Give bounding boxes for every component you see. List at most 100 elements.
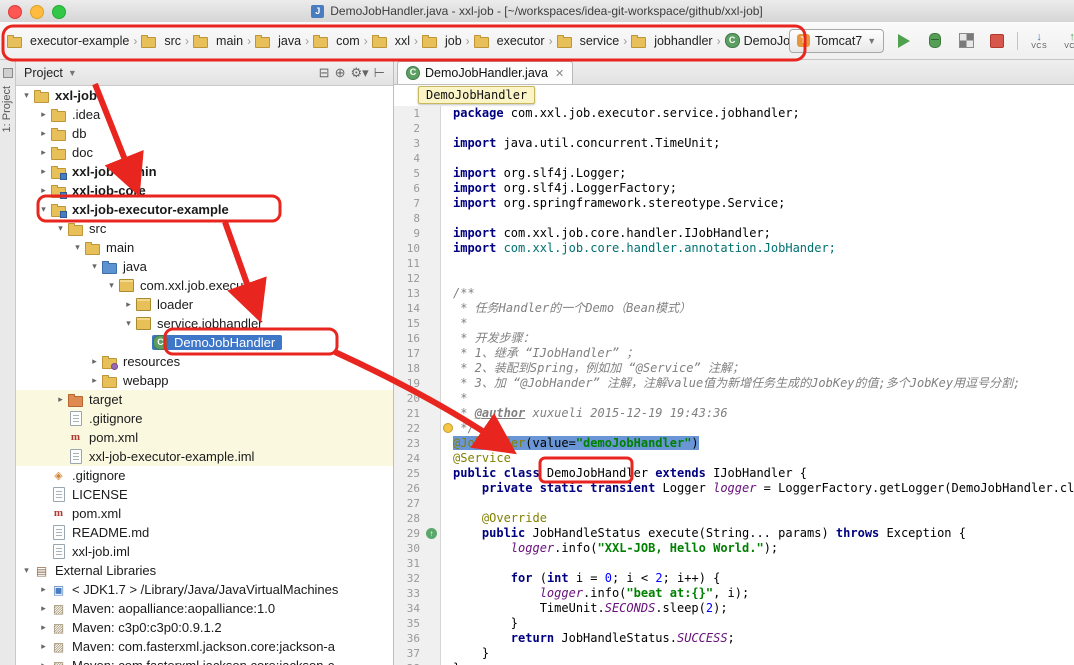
tree-row-doc[interactable]: ▸doc <box>16 143 393 162</box>
code-line[interactable]: 10import com.xxl.job.core.handler.annota… <box>394 241 1074 256</box>
breadcrumb-item-src[interactable]: src <box>138 32 184 50</box>
chevron-expanded-icon[interactable]: ▾ <box>105 280 118 291</box>
code-line[interactable]: 13/** <box>394 286 1074 301</box>
stop-button[interactable] <box>986 30 1008 52</box>
code-line[interactable]: 25public class DemoJobHandler extends IJ… <box>394 466 1074 481</box>
chevron-collapsed-icon[interactable]: ▸ <box>122 299 135 310</box>
tree-row-xxl-job-core[interactable]: ▸xxl-job-core <box>16 181 393 200</box>
chevron-expanded-icon[interactable]: ▾ <box>20 565 33 576</box>
breadcrumb-item-jobhandler[interactable]: jobhandler <box>628 32 715 50</box>
code-line[interactable]: 31 <box>394 556 1074 571</box>
tree-row-license[interactable]: LICENSE <box>16 485 393 504</box>
chevron-expanded-icon[interactable]: ▾ <box>54 223 67 234</box>
code-line[interactable]: 15 * <box>394 316 1074 331</box>
code-line[interactable]: 11 <box>394 256 1074 271</box>
tree-row-com-xxl-job-executor[interactable]: ▾com.xxl.job.executor <box>16 276 393 295</box>
breadcrumb-item-demojobhandler[interactable]: CDemoJobHandler <box>722 31 789 50</box>
code-line[interactable]: 14 * 任务Handler的一个Demo（Bean模式） <box>394 301 1074 316</box>
code-line[interactable]: 38} <box>394 661 1074 665</box>
chevron-collapsed-icon[interactable]: ▸ <box>37 128 50 139</box>
breadcrumb-item-xxl[interactable]: xxl <box>369 32 413 50</box>
tree-row-src[interactable]: ▾src <box>16 219 393 238</box>
override-marker-icon[interactable]: ↑ <box>426 528 437 539</box>
code-line[interactable]: 18 * 2、装配到Spring，例如加 “@Service” 注解； <box>394 361 1074 376</box>
code-line[interactable]: 26 private static transient Logger logge… <box>394 481 1074 496</box>
breadcrumb-item-executor-example[interactable]: executor-example <box>4 32 132 50</box>
chevron-collapsed-icon[interactable]: ▸ <box>37 147 50 158</box>
tab-demojobhandler[interactable]: C DemoJobHandler.java ✕ <box>397 61 573 84</box>
minimize-window-button[interactable] <box>30 5 44 19</box>
code-line[interactable]: 21 * @author xuxueli 2015-12-19 19:43:36 <box>394 406 1074 421</box>
breadcrumb-item-java[interactable]: java <box>252 32 304 50</box>
tree-row--idea[interactable]: ▸.idea <box>16 105 393 124</box>
breadcrumb-item-service[interactable]: service <box>554 32 623 50</box>
tree-row-maven-com-fasterxml-jackson-core-jackson-a[interactable]: ▸▨Maven: com.fasterxml.jackson.core:jack… <box>16 637 393 656</box>
breadcrumb-item-main[interactable]: main <box>190 32 246 50</box>
code-line[interactable]: 19 * 3、加 “@JobHander” 注解，注解value值为新增任务生成… <box>394 376 1074 391</box>
code-line[interactable]: 3import java.util.concurrent.TimeUnit; <box>394 136 1074 151</box>
tree-row-xxl-job-admin[interactable]: ▸xxl-job-admin <box>16 162 393 181</box>
breadcrumb-item-executor[interactable]: executor <box>471 32 548 50</box>
code-line[interactable]: 33 logger.info("beat at:{}", i); <box>394 586 1074 601</box>
code-line[interactable]: 34 TimeUnit.SECONDS.sleep(2); <box>394 601 1074 616</box>
maximize-window-button[interactable] <box>52 5 66 19</box>
tree-row-demojobhandler[interactable]: CDemoJobHandler <box>16 333 393 352</box>
tree-row-loader[interactable]: ▸loader <box>16 295 393 314</box>
tree-row-service-jobhandler[interactable]: ▾service.jobhandler <box>16 314 393 333</box>
code-line[interactable]: 24@Service <box>394 451 1074 466</box>
collapse-all-icon[interactable]: ⊟ <box>319 65 330 81</box>
chevron-collapsed-icon[interactable]: ▸ <box>37 166 50 177</box>
code-line[interactable]: 5import org.slf4j.Logger; <box>394 166 1074 181</box>
tree-row-target[interactable]: ▸target <box>16 390 393 409</box>
run-button[interactable] <box>893 30 915 52</box>
gear-icon[interactable]: ⚙▾ <box>350 65 368 81</box>
close-window-button[interactable] <box>8 5 22 19</box>
code-area[interactable]: 1package com.xxl.job.executor.service.jo… <box>394 106 1074 665</box>
tree-row-resources[interactable]: ▸resources <box>16 352 393 371</box>
chevron-collapsed-icon[interactable]: ▸ <box>37 584 50 595</box>
code-line[interactable]: 35 } <box>394 616 1074 631</box>
code-line[interactable]: 37 } <box>394 646 1074 661</box>
tree-row-readme-md[interactable]: README.md <box>16 523 393 542</box>
chevron-collapsed-icon[interactable]: ▸ <box>37 622 50 633</box>
tree-row-xxl-job-executor-example[interactable]: ▾xxl-job-executor-example <box>16 200 393 219</box>
code-line[interactable]: 22 */ <box>394 421 1074 436</box>
chevron-collapsed-icon[interactable]: ▸ <box>37 603 50 614</box>
chevron-collapsed-icon[interactable]: ▸ <box>54 394 67 405</box>
tree-row-xxl-job[interactable]: ▾xxl-job <box>16 86 393 105</box>
code-line[interactable]: 29↑ public JobHandleStatus execute(Strin… <box>394 526 1074 541</box>
tree-row-java[interactable]: ▾java <box>16 257 393 276</box>
code-line[interactable]: 9import com.xxl.job.core.handler.IJobHan… <box>394 226 1074 241</box>
chevron-expanded-icon[interactable]: ▾ <box>122 318 135 329</box>
code-line[interactable]: 17 * 1、继承 “IJobHandler” ； <box>394 346 1074 361</box>
tree-row-pom-xml[interactable]: mpom.xml <box>16 504 393 523</box>
chevron-expanded-icon[interactable]: ▾ <box>20 90 33 101</box>
breadcrumb-item-job[interactable]: job <box>419 32 465 50</box>
code-line[interactable]: 30 logger.info("XXL-JOB, Hello World."); <box>394 541 1074 556</box>
code-line[interactable]: 23@JobHander(value="demoJobHandler") <box>394 436 1074 451</box>
tree-row-maven-com-fasterxml-jackson-core-jackson-c[interactable]: ▸▨Maven: com.fasterxml.jackson.core:jack… <box>16 656 393 665</box>
tree-row-external-libraries[interactable]: ▾▤External Libraries <box>16 561 393 580</box>
vcs-update-button[interactable]: ↓ VCS <box>1027 32 1051 50</box>
close-tab-icon[interactable]: ✕ <box>555 67 564 80</box>
tree-row-maven-c3p0-c3p0-0-9-1-2[interactable]: ▸▨Maven: c3p0:c3p0:0.9.1.2 <box>16 618 393 637</box>
code-line[interactable]: 2 <box>394 121 1074 136</box>
chevron-expanded-icon[interactable]: ▾ <box>88 261 101 272</box>
code-line[interactable]: 27 <box>394 496 1074 511</box>
project-tool-window-button[interactable]: 1: Project <box>1 86 13 132</box>
tree-row--jdk1-7-library-java-javavirtualmachines[interactable]: ▸▣< JDK1.7 > /Library/Java/JavaVirtualMa… <box>16 580 393 599</box>
code-line[interactable]: 7import org.springframework.stereotype.S… <box>394 196 1074 211</box>
chevron-collapsed-icon[interactable]: ▸ <box>37 185 50 196</box>
chevron-collapsed-icon[interactable]: ▸ <box>88 375 101 386</box>
code-line[interactable]: 1package com.xxl.job.executor.service.jo… <box>394 106 1074 121</box>
code-line[interactable]: 12 <box>394 271 1074 286</box>
chevron-collapsed-icon[interactable]: ▸ <box>37 109 50 120</box>
code-line[interactable]: 6import org.slf4j.LoggerFactory; <box>394 181 1074 196</box>
chevron-collapsed-icon[interactable]: ▸ <box>37 641 50 652</box>
tree-row-xxl-job-executor-example-iml[interactable]: xxl-job-executor-example.iml <box>16 447 393 466</box>
tree-row-db[interactable]: ▸db <box>16 124 393 143</box>
code-line[interactable]: 36 return JobHandleStatus.SUCCESS; <box>394 631 1074 646</box>
intention-bulb-icon[interactable] <box>443 423 453 433</box>
code-line[interactable]: 20 * <box>394 391 1074 406</box>
code-line[interactable]: 28 @Override <box>394 511 1074 526</box>
